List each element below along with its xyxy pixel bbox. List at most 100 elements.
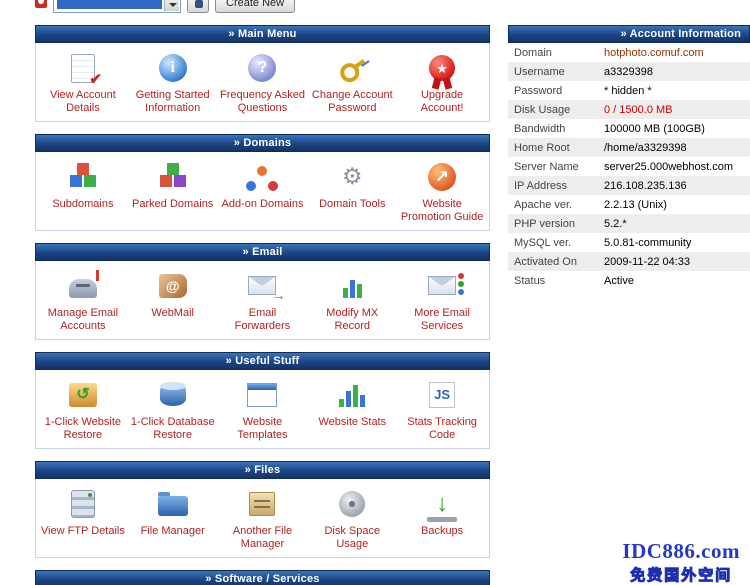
info-icon: i [159,54,187,82]
item-label: Disk Space Usage [309,525,395,551]
content: » Main Menu ✔ View Account Details i Get… [0,25,750,585]
account-row-mysql-version: MySQL ver. 5.0.81-community [508,233,750,252]
section-title: » Domains [234,137,291,149]
account-row-username: Username a3329398 [508,62,750,81]
section-body-domains: Subdomains Parked Domains Add-on Domains… [35,152,490,231]
chart-bars-icon [343,274,362,298]
item-label: View Account Details [40,89,126,115]
item-manage-email[interactable]: Manage Email Accounts [38,266,128,333]
item-faq[interactable]: ? Frequency Asked Questions [218,48,308,115]
item-label: WebMail [130,307,216,320]
item-subdomains[interactable]: Subdomains [38,157,128,224]
gear-icon: ⚙ [342,165,363,189]
account-row-server-name: Server Name server25.000webhost.com [508,157,750,176]
item-file-manager[interactable]: File Manager [128,484,218,551]
account-row-apache-version: Apache ver. 2.2.13 (Unix) [508,195,750,214]
watermark-site-name: IDC886.com [622,539,740,564]
item-database-restore[interactable]: 1-Click Database Restore [128,375,218,442]
section-title: » Software / Services [205,573,319,585]
item-email-forwarders[interactable]: → Email Forwarders [218,266,308,333]
create-new-button[interactable]: Create New [215,0,295,13]
document-check-icon: ✔ [71,54,95,83]
item-label: Email Forwarders [220,307,306,333]
item-more-email-services[interactable]: More Email Services [397,266,487,333]
section-main-menu: » Main Menu ✔ View Account Details i Get… [35,25,490,122]
item-upgrade-account[interactable]: ★ Upgrade Account! [397,48,487,115]
item-view-account-details[interactable]: ✔ View Account Details [38,48,128,115]
cpanel-page: Create New » Main Menu ✔ View Account De… [0,0,750,585]
award-ribbon-icon: ★ [429,55,455,81]
item-label: Website Promotion Guide [399,198,485,224]
section-domains: » Domains Subdomains Parked Domains Add-… [35,134,490,231]
section-body-useful-stuff: ↺ 1-Click Website Restore 1-Click Databa… [35,370,490,449]
app-icon [35,0,47,8]
account-row-php-version: PHP version 5.2.* [508,214,750,233]
watermark-tagline: 免费国外空间 [622,564,740,585]
section-files: » Files View FTP Details File Manager An… [35,461,490,558]
account-row-disk-usage: Disk Usage 0 / 1500.0 MB [508,100,750,119]
item-label: Domain Tools [309,198,395,211]
item-website-stats[interactable]: Website Stats [307,375,397,442]
item-parked-domains[interactable]: Parked Domains [128,157,218,224]
item-addon-domains[interactable]: Add-on Domains [218,157,308,224]
section-title: » Email [243,246,283,258]
item-label: 1-Click Website Restore [40,416,126,442]
section-body-main-menu: ✔ View Account Details i Getting Started… [35,43,490,122]
stats-bars-icon [339,383,365,407]
item-label: Subdomains [40,198,126,211]
section-header-domains: » Domains [35,134,490,152]
ftp-server-icon [71,490,95,518]
section-header-files: » Files [35,461,490,479]
item-view-ftp-details[interactable]: View FTP Details [38,484,128,551]
folder-icon [158,496,188,516]
account-info-column: » Account Information Domain hotphoto.co… [508,25,750,585]
item-domain-tools[interactable]: ⚙ Domain Tools [307,157,397,224]
item-label: Add-on Domains [220,198,306,211]
item-label: 1-Click Database Restore [130,416,216,442]
cubes-icon [70,175,82,187]
item-change-password[interactable]: Change Account Password [307,48,397,115]
account-row-bandwidth: Bandwidth 100000 MB (100GB) [508,119,750,138]
item-modify-mx[interactable]: Modify MX Record [307,266,397,333]
item-webmail[interactable]: @ WebMail [128,266,218,333]
account-info-rows: Domain hotphoto.comuf.com Username a3329… [508,43,750,290]
webmail-book-icon: @ [159,274,187,298]
selected-option-highlight [57,0,162,9]
item-another-file-manager[interactable]: Another File Manager [218,484,308,551]
section-useful-stuff: » Useful Stuff ↺ 1-Click Website Restore… [35,352,490,449]
item-label: Another File Manager [220,525,306,551]
account-row-status: Status Active [508,271,750,290]
item-label: Upgrade Account! [399,89,485,115]
section-header-useful-stuff: » Useful Stuff [35,352,490,370]
backup-arrow-icon: ↓ [427,490,457,518]
quick-launch-select[interactable] [53,0,181,13]
item-label: Frequency Asked Questions [220,89,306,115]
account-row-domain: Domain hotphoto.comuf.com [508,43,750,62]
js-code-icon: JS [429,382,455,408]
item-getting-started[interactable]: i Getting Started Information [128,48,218,115]
item-label: More Email Services [399,307,485,333]
chevron-down-icon[interactable] [164,0,179,11]
item-label: Backups [399,525,485,538]
section-body-email: Manage Email Accounts @ WebMail → Email … [35,261,490,340]
item-stats-tracking-code[interactable]: JS Stats Tracking Code [397,375,487,442]
section-title: » Useful Stuff [226,355,300,367]
item-label: Getting Started Information [130,89,216,115]
item-disk-space-usage[interactable]: Disk Space Usage [307,484,397,551]
section-body-files: View FTP Details File Manager Another Fi… [35,479,490,558]
item-label: Stats Tracking Code [399,416,485,442]
cabinet-icon [249,492,275,516]
go-button[interactable] [187,0,209,13]
account-row-home-root: Home Root /home/a3329398 [508,138,750,157]
item-label: Change Account Password [309,89,395,115]
item-website-restore[interactable]: ↺ 1-Click Website Restore [38,375,128,442]
item-label: Website Stats [309,416,395,429]
section-header-software-services: » Software / Services [35,570,490,585]
item-label: Manage Email Accounts [40,307,126,333]
item-backups[interactable]: ↓ Backups [397,484,487,551]
section-header-email: » Email [35,243,490,261]
item-website-templates[interactable]: Website Templates [218,375,308,442]
account-row-password: Password * hidden * [508,81,750,100]
item-website-promotion[interactable]: ↗ Website Promotion Guide [397,157,487,224]
promotion-arrow-icon: ↗ [428,163,456,191]
